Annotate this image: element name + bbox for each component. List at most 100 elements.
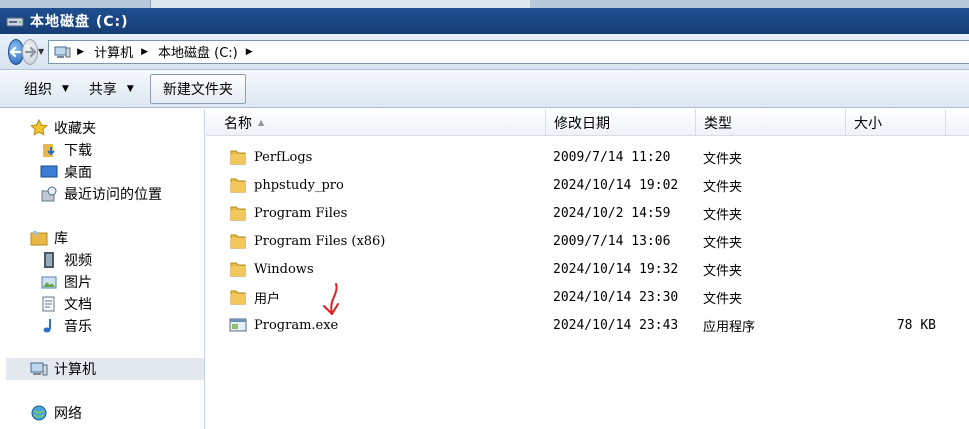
nav-item-desktop[interactable]: 桌面	[40, 161, 92, 183]
file-row[interactable]: PerfLogs 2009/7/14 11:20 文件夹	[206, 143, 969, 171]
chevron-down-icon: ▼	[62, 83, 69, 94]
breadcrumb-separator[interactable]: ▶	[137, 47, 154, 57]
nav-label: 视频	[64, 253, 92, 269]
navigation-pane[interactable]: 收藏夹 下载 桌面 最近访问的位置 库 视频 图片 文档 音乐 计算机 网络	[0, 109, 205, 429]
file-date: 2024/10/14 23:43	[553, 317, 679, 333]
file-name-cell[interactable]: 用户	[228, 283, 280, 311]
file-type: 文件夹	[703, 179, 743, 195]
file-date: 2009/7/14 13:06	[553, 233, 671, 249]
nav-item-pictures[interactable]: 图片	[40, 271, 92, 293]
file-list[interactable]: 名称 ▲ 修改日期 类型 大小 PerfLogs 2009/7/14 11:20 文件…	[206, 109, 969, 429]
nav-item-music[interactable]: 音乐	[40, 315, 92, 337]
column-header-size[interactable]: 大小	[846, 109, 946, 136]
nav-network[interactable]: 网络	[30, 402, 82, 424]
folder-icon	[228, 232, 248, 250]
address-bar[interactable]: ▶ 计算机 ▶ 本地磁盘 (C:) ▶	[48, 39, 969, 64]
column-header-label: 大小	[854, 115, 882, 132]
file-type: 文件夹	[703, 291, 743, 307]
music-icon	[40, 317, 58, 335]
video-icon	[40, 251, 58, 269]
share-label: 共享	[88, 81, 117, 98]
folder-icon	[228, 260, 248, 278]
file-name: phpstudy_pro	[254, 177, 344, 193]
file-name: 用户	[254, 291, 281, 307]
column-header-type[interactable]: 类型	[696, 109, 846, 136]
column-header-row: 名称 ▲ 修改日期 类型 大小	[206, 109, 969, 136]
file-date: 2024/10/2 14:59	[553, 205, 671, 221]
file-row[interactable]: Program Files (x86) 2009/7/14 13:06 文件夹	[206, 227, 969, 255]
nav-label: 库	[54, 231, 68, 247]
organize-button[interactable]: 组织 ▼	[14, 75, 79, 103]
file-row[interactable]: Program Files 2024/10/2 14:59 文件夹	[206, 199, 969, 227]
nav-libraries[interactable]: 库	[30, 227, 68, 249]
computer-icon	[53, 45, 71, 59]
file-name-cell[interactable]: Program Files	[228, 199, 347, 227]
file-size	[846, 227, 936, 255]
library-icon	[30, 229, 48, 247]
chevron-down-icon: ▼	[126, 83, 134, 94]
file-row[interactable]: Windows 2024/10/14 19:32 文件夹	[206, 255, 969, 283]
file-size	[846, 255, 936, 283]
breadcrumb-separator-root[interactable]: ▶	[77, 47, 90, 57]
nav-item-downloads[interactable]: 下载	[40, 139, 92, 161]
sort-ascending-icon: ▲	[258, 118, 265, 127]
breadcrumb-computer[interactable]: 计算机	[94, 42, 133, 61]
nav-item-videos[interactable]: 视频	[40, 249, 92, 271]
recent-pages-dropdown[interactable]: ▼	[38, 39, 44, 65]
nav-label: 图片	[64, 275, 92, 291]
desktop-icon	[40, 163, 58, 181]
file-name-cell[interactable]: phpstudy_pro	[228, 171, 344, 199]
new-folder-button[interactable]: 新建文件夹	[149, 73, 246, 104]
forward-button[interactable]	[22, 38, 38, 65]
organize-label: 组织	[24, 81, 52, 98]
file-size	[846, 143, 936, 171]
file-date: 2009/7/14 11:20	[553, 149, 671, 165]
annotation-arrow-icon	[323, 283, 339, 315]
arrow-left-icon	[9, 46, 22, 57]
network-icon	[30, 404, 48, 422]
file-date: 2024/10/14 23:30	[553, 289, 679, 305]
nav-label: 计算机	[54, 362, 96, 378]
file-name-cell[interactable]: PerfLogs	[228, 143, 312, 171]
share-button[interactable]: 共享 ▼	[79, 75, 144, 103]
column-header-label: 修改日期	[554, 115, 610, 132]
nav-label: 桌面	[64, 165, 92, 181]
nav-favorites[interactable]: 收藏夹	[30, 117, 96, 139]
nav-item-documents[interactable]: 文档	[40, 293, 92, 315]
pictures-icon	[40, 273, 58, 291]
column-header-date[interactable]: 修改日期	[546, 109, 696, 136]
background-window-strip	[0, 0, 969, 8]
nav-label: 下载	[64, 143, 92, 159]
file-size: 78 KB	[896, 317, 936, 333]
breadcrumb-label: 计算机	[94, 46, 134, 61]
nav-label: 收藏夹	[54, 121, 96, 137]
new-folder-label: 新建文件夹	[162, 81, 233, 98]
file-type: 文件夹	[703, 151, 743, 167]
nav-label: 音乐	[64, 319, 92, 335]
column-header-label: 类型	[704, 115, 732, 132]
arrow-right-icon	[24, 46, 37, 57]
file-date: 2024/10/14 19:02	[553, 177, 679, 193]
column-header-name[interactable]: 名称 ▲	[216, 109, 546, 136]
address-row: ▼ ▶ 计算机 ▶ 本地磁盘 (C:) ▶	[0, 34, 969, 70]
file-name: Program Files	[254, 205, 348, 221]
file-size	[846, 283, 936, 311]
nav-item-recent-places[interactable]: 最近访问的位置	[40, 183, 162, 205]
nav-label: 文档	[64, 297, 92, 313]
nav-label: 网络	[54, 406, 82, 422]
nav-computer[interactable]: 计算机	[30, 358, 96, 380]
computer-icon	[30, 360, 48, 378]
folder-icon	[228, 148, 248, 166]
breadcrumb-separator-end[interactable]: ▶	[242, 47, 259, 57]
exe-icon	[228, 316, 248, 334]
file-name-cell[interactable]: Windows	[228, 255, 314, 283]
window-title: 本地磁盘 (C:)	[30, 14, 129, 30]
command-toolbar: 组织 ▼ 共享 ▼ 新建文件夹	[0, 70, 969, 108]
file-row[interactable]: phpstudy_pro 2024/10/14 19:02 文件夹	[206, 171, 969, 199]
file-name-cell[interactable]: Program Files (x86)	[228, 227, 385, 255]
folder-icon	[228, 204, 248, 222]
breadcrumb-drive-c[interactable]: 本地磁盘 (C:)	[158, 42, 238, 61]
nav-label: 最近访问的位置	[64, 187, 162, 203]
file-size	[846, 199, 936, 227]
title-bar[interactable]: 本地磁盘 (C:)	[0, 8, 969, 34]
